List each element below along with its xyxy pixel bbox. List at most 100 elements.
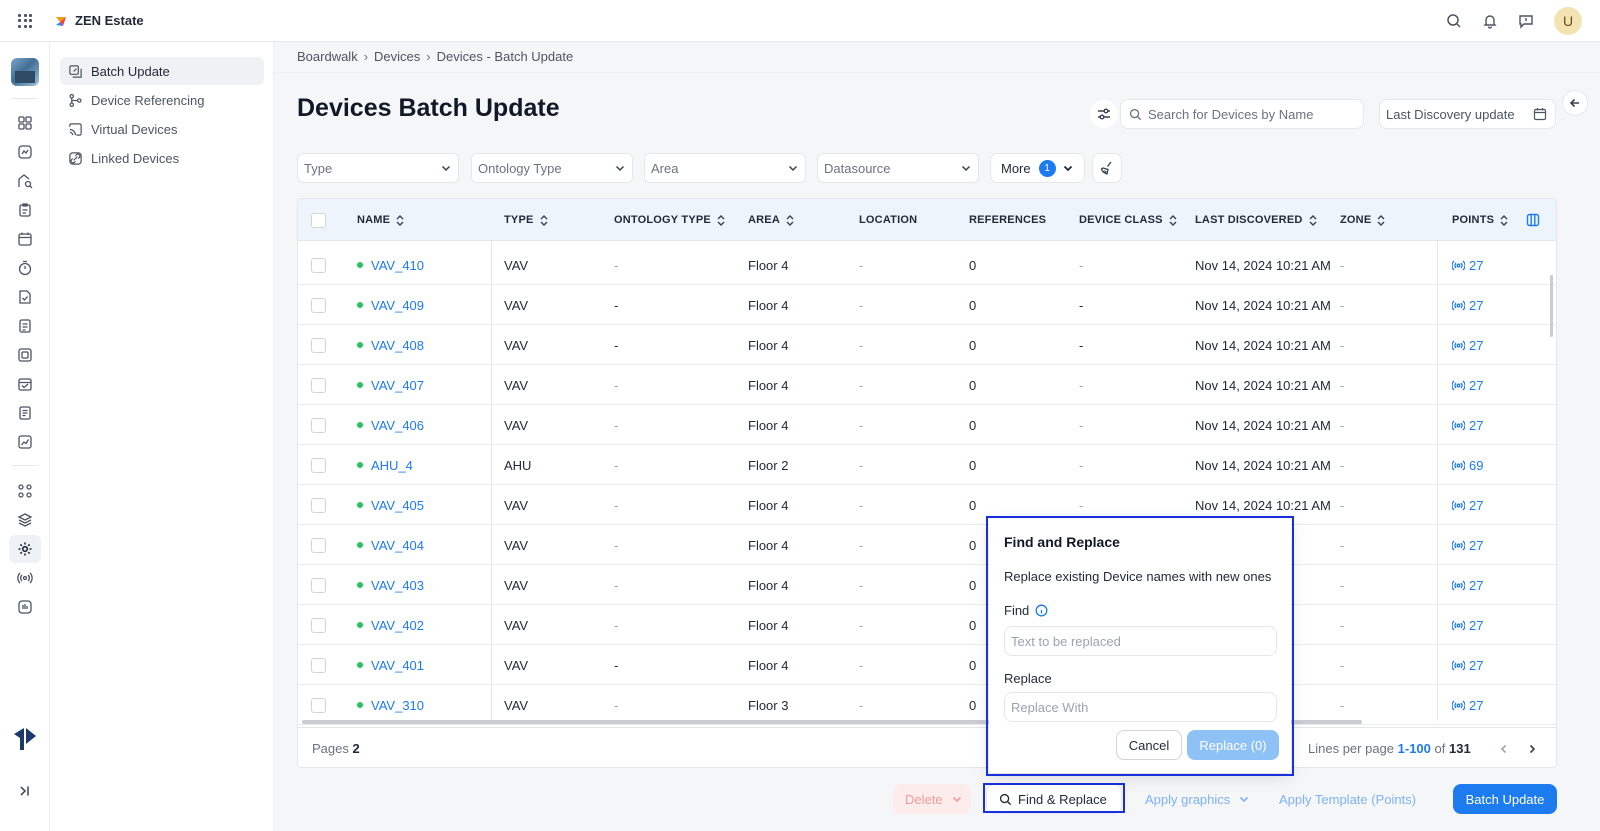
column-header-zone[interactable]: ZONE xyxy=(1340,199,1385,241)
row-checkbox[interactable] xyxy=(311,457,326,473)
row-checkbox-cell[interactable] xyxy=(311,485,326,525)
row-checkbox[interactable] xyxy=(311,297,326,313)
device-name-link[interactable]: VAV_410 xyxy=(371,258,424,273)
breadcrumb-item[interactable]: Devices xyxy=(374,49,420,64)
timer-icon[interactable] xyxy=(17,260,33,276)
layers-icon[interactable] xyxy=(17,512,33,528)
signal-icon[interactable] xyxy=(17,570,33,586)
device-name-link[interactable]: VAV_409 xyxy=(371,298,424,313)
meter-icon[interactable] xyxy=(17,599,33,615)
points-link[interactable]: 27 xyxy=(1452,605,1483,645)
trend-chart-icon[interactable] xyxy=(17,434,33,450)
device-name-link[interactable]: VAV_404 xyxy=(371,538,424,553)
device-name-link[interactable]: VAV_407 xyxy=(371,378,424,393)
points-link[interactable]: 27 xyxy=(1452,405,1483,445)
vertical-scrollbar[interactable] xyxy=(1550,275,1553,337)
table-row[interactable]: VAV_410 VAV - Floor 4-0- Nov 14, 2024 10:21 … xyxy=(298,245,1556,285)
apply-graphics-button[interactable]: Apply graphics xyxy=(1145,784,1250,814)
clear-filters-button[interactable] xyxy=(1092,153,1122,183)
chevron-left-icon[interactable] xyxy=(1498,743,1510,755)
collapse-panel-button[interactable] xyxy=(1562,90,1588,116)
row-checkbox-cell[interactable] xyxy=(311,405,326,445)
subnav-item-batch-update[interactable]: Batch Update xyxy=(60,57,264,85)
device-name-link[interactable]: VAV_406 xyxy=(371,418,424,433)
user-avatar[interactable]: U xyxy=(1554,7,1582,35)
sort-icon[interactable] xyxy=(1377,214,1385,226)
notification-bell-icon[interactable] xyxy=(1482,13,1498,29)
row-checkbox[interactable] xyxy=(311,697,326,713)
breadcrumb-item[interactable]: Boardwalk xyxy=(297,49,358,64)
points-link[interactable]: 27 xyxy=(1452,565,1483,605)
column-header-ontology-type[interactable]: ONTOLOGY TYPE xyxy=(614,199,725,241)
device-name-link[interactable]: VAV_401 xyxy=(371,658,424,673)
row-checkbox[interactable] xyxy=(311,617,326,633)
dashboard-icon[interactable] xyxy=(17,115,33,131)
row-checkbox[interactable] xyxy=(311,537,326,553)
table-row[interactable]: VAV_404VAV-Floor 4-021 AM-27 xyxy=(298,525,1556,565)
search-input[interactable] xyxy=(1148,106,1348,122)
row-checkbox-cell[interactable] xyxy=(311,565,326,605)
select-all-checkbox-cell[interactable] xyxy=(311,199,326,241)
points-link[interactable]: 27 xyxy=(1452,525,1483,565)
table-row[interactable]: VAV_310VAV-Floor 3-021 AM-27 xyxy=(298,685,1556,725)
row-checkbox[interactable] xyxy=(311,497,326,513)
sort-icon[interactable] xyxy=(396,214,404,226)
device-name-link[interactable]: VAV_402 xyxy=(371,618,424,633)
sort-icon[interactable] xyxy=(1169,214,1177,226)
subnav-item-device-referencing[interactable]: Device Referencing xyxy=(60,86,264,114)
points-link[interactable]: 27 xyxy=(1452,645,1483,685)
points-link[interactable]: 27 xyxy=(1452,325,1483,365)
table-row[interactable]: VAV_407 VAV - Floor 4-0- Nov 14, 2024 10:21 … xyxy=(298,365,1556,405)
table-row[interactable]: VAV_406 VAV - Floor 4-0- Nov 14, 2024 10:21 … xyxy=(298,405,1556,445)
column-header-location[interactable]: LOCATION xyxy=(859,199,917,241)
row-checkbox-cell[interactable] xyxy=(311,245,326,285)
table-row[interactable]: VAV_405 VAV - Floor 4-0- Nov 14, 2024 10:21 … xyxy=(298,485,1556,525)
column-header-last-discovered[interactable]: LAST DISCOVERED xyxy=(1195,199,1317,241)
schedule-icon[interactable] xyxy=(17,376,33,392)
row-checkbox[interactable] xyxy=(311,337,326,353)
column-header-type[interactable]: TYPE xyxy=(504,199,548,241)
checklist-icon[interactable] xyxy=(17,318,33,334)
table-row[interactable]: VAV_401VAV-Floor 4-021 AM-27 xyxy=(298,645,1556,685)
row-checkbox[interactable] xyxy=(311,377,326,393)
row-checkbox[interactable] xyxy=(311,257,326,273)
device-name-link[interactable]: AHU_4 xyxy=(371,458,413,473)
points-link[interactable]: 27 xyxy=(1452,685,1483,725)
apply-template-button[interactable]: Apply Template (Points) xyxy=(1279,784,1416,814)
integrations-icon[interactable] xyxy=(17,483,33,499)
delete-button[interactable]: Delete xyxy=(893,784,971,814)
type-filter[interactable]: Type xyxy=(297,153,459,183)
document-check-icon[interactable] xyxy=(17,289,33,305)
brand[interactable]: ZEN Estate xyxy=(54,13,144,28)
points-link[interactable]: 27 xyxy=(1452,485,1483,525)
report-icon[interactable] xyxy=(17,405,33,421)
table-row[interactable]: VAV_402VAV-Floor 4-021 AM-27 xyxy=(298,605,1556,645)
chat-help-icon[interactable] xyxy=(1518,13,1534,29)
clipboard-icon[interactable] xyxy=(17,202,33,218)
subnav-item-linked-devices[interactable]: Linked Devices xyxy=(60,144,264,172)
more-filters-button[interactable]: More 1 xyxy=(990,153,1085,183)
analytics-icon[interactable] xyxy=(17,144,33,160)
column-header-device-class[interactable]: DEVICE CLASS xyxy=(1079,199,1177,241)
device-name-link[interactable]: VAV_403 xyxy=(371,578,424,593)
column-header-area[interactable]: AREA xyxy=(748,199,794,241)
sort-icon[interactable] xyxy=(540,214,548,226)
inventory-icon[interactable] xyxy=(17,347,33,363)
points-link[interactable]: 27 xyxy=(1452,365,1483,405)
column-header-points[interactable]: POINTS xyxy=(1452,199,1508,241)
row-checkbox-cell[interactable] xyxy=(311,645,326,685)
building-search-icon[interactable] xyxy=(17,173,33,189)
points-link[interactable]: 27 xyxy=(1452,285,1483,325)
device-name-link[interactable]: VAV_405 xyxy=(371,498,424,513)
select-all-checkbox[interactable] xyxy=(311,212,326,228)
apps-grid-icon[interactable] xyxy=(18,13,32,28)
row-checkbox[interactable] xyxy=(311,417,326,433)
table-row[interactable]: AHU_4 AHU - Floor 2-0- Nov 14, 2024 10:21 AM… xyxy=(298,445,1556,485)
row-checkbox[interactable] xyxy=(311,657,326,673)
column-header-name[interactable]: NAME xyxy=(357,199,404,241)
building-thumbnail[interactable] xyxy=(11,58,39,86)
points-link[interactable]: 27 xyxy=(1452,245,1483,285)
row-checkbox-cell[interactable] xyxy=(311,605,326,645)
sort-icon[interactable] xyxy=(1309,214,1317,226)
row-checkbox-cell[interactable] xyxy=(311,285,326,325)
